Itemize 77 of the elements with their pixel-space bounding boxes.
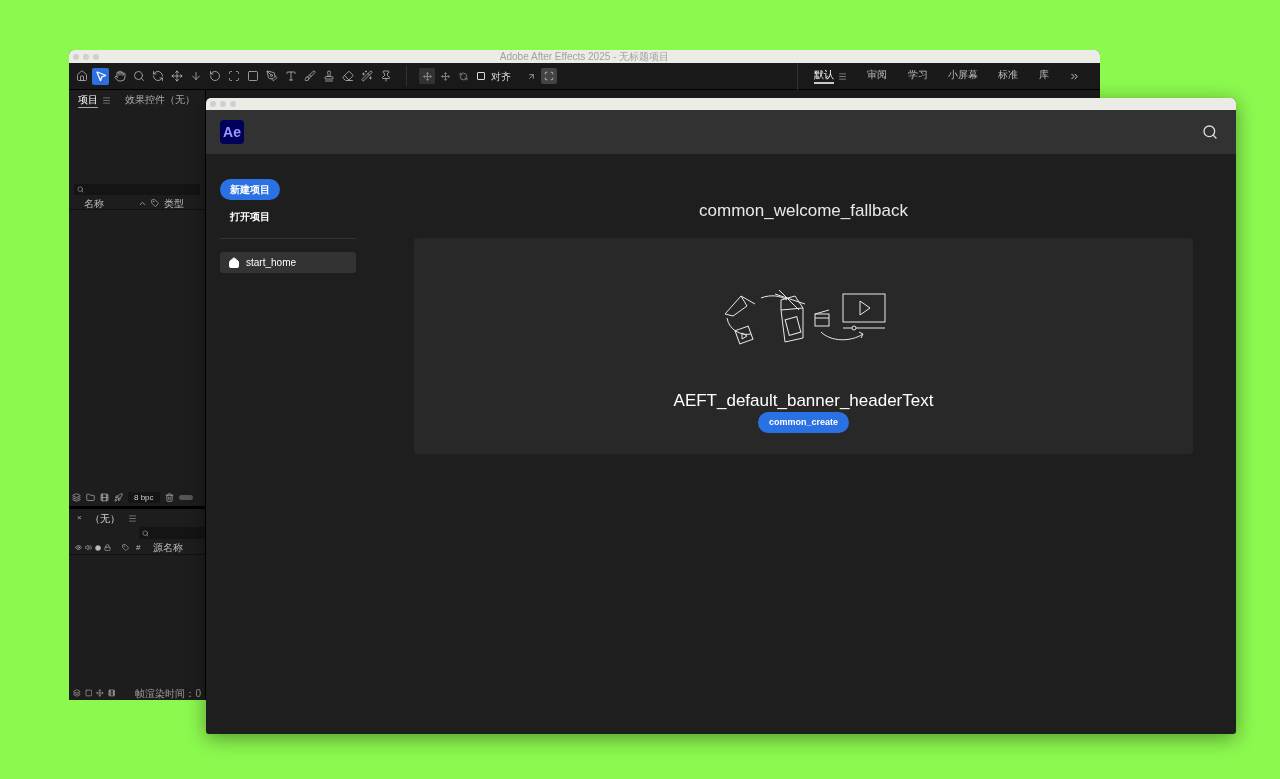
home-icon [228, 256, 240, 269]
arrow-down-icon [189, 70, 202, 82]
column-header[interactable]: 名称 [84, 195, 138, 211]
scroll-bar [178, 494, 193, 500]
trash-icon[interactable] [164, 492, 174, 502]
interpret-icon[interactable] [72, 492, 81, 502]
panel-tab[interactable]: 效果控件（无） [125, 92, 195, 108]
zoom-icon [132, 70, 145, 82]
pen-icon [265, 70, 278, 82]
frame-icon [227, 70, 240, 82]
create-button[interactable]: common_create [758, 412, 849, 433]
rectangle-icon [246, 70, 259, 82]
frame-icon[interactable] [84, 689, 93, 697]
rotate-icon [208, 70, 221, 82]
window-title: Adobe After Effects 2025 - 无标题项目 [499, 50, 670, 63]
search-icon[interactable] [1202, 124, 1218, 140]
layers-icon[interactable] [73, 689, 81, 697]
eye-icon[interactable] [75, 544, 82, 551]
search-icon [142, 529, 149, 537]
welcome-heading: common_welcome_fallback [699, 200, 908, 222]
text-icon [284, 70, 297, 82]
panel-tab[interactable]: 项目 [78, 92, 98, 108]
panel-tab[interactable]: （无） [89, 510, 120, 526]
tool-button[interactable] [263, 67, 280, 85]
nav-item[interactable]: start_home [220, 252, 356, 273]
bit-depth-button[interactable]: 8 bpc [128, 491, 160, 503]
workspace-tab[interactable]: 学习 [907, 68, 928, 84]
rotate-icon [458, 71, 468, 81]
snap-button[interactable] [541, 68, 557, 84]
audio-icon[interactable] [85, 544, 92, 551]
column-header[interactable]: 类型 [164, 195, 184, 211]
brush-icon [303, 70, 316, 82]
new-project-button[interactable]: 新建项目 [220, 179, 280, 200]
move-icon [170, 70, 183, 82]
align-label: 对齐 [491, 69, 511, 84]
solo-icon[interactable] [95, 544, 101, 551]
eraser-icon [341, 70, 354, 82]
composition-icon[interactable] [100, 492, 109, 502]
menu-icon[interactable] [127, 513, 137, 523]
workspace-tab[interactable]: 库 [1038, 68, 1049, 84]
folder-icon[interactable] [86, 492, 95, 502]
rocket-icon[interactable] [114, 492, 123, 502]
workspace-tab[interactable]: 小屏幕 [948, 68, 978, 84]
menu-icon[interactable] [838, 71, 847, 81]
workspace-tab[interactable]: 标准 [998, 68, 1019, 84]
tool-button[interactable] [358, 67, 375, 85]
label-icon[interactable] [122, 544, 129, 551]
wand-icon [360, 70, 373, 82]
search-field[interactable] [74, 184, 200, 195]
orbit-icon [151, 70, 164, 82]
column-header[interactable]: # [136, 541, 141, 554]
pin-icon [379, 70, 392, 82]
workspace-tab[interactable]: 审阅 [867, 68, 888, 84]
align-checkbox[interactable] [477, 72, 485, 80]
pointer-icon [94, 70, 107, 82]
workspace-tab[interactable]: 默认 [814, 68, 834, 84]
search-icon [77, 186, 84, 193]
menu-icon[interactable] [102, 95, 111, 105]
app-logo: Ae [220, 120, 244, 144]
render-time-label: 帧渲染时间：0 [135, 686, 201, 700]
open-project-link[interactable]: 打开项目 [220, 206, 280, 228]
tool-button[interactable] [92, 67, 109, 85]
banner-heading: AEFT_default_banner_headerText [673, 390, 934, 412]
label-icon[interactable] [151, 199, 159, 207]
home-icon [75, 70, 88, 82]
axes-icon [422, 71, 432, 81]
move-icon[interactable] [96, 689, 104, 697]
close-button[interactable]: × [77, 512, 82, 524]
film-icon[interactable] [107, 689, 116, 697]
frame-icon [544, 71, 554, 81]
hand-icon [113, 70, 126, 82]
axes-icon [440, 71, 450, 81]
stamp-icon [322, 70, 335, 82]
column-header[interactable]: 源名称 [153, 540, 184, 555]
axis-button[interactable] [419, 68, 435, 84]
lock-icon[interactable] [104, 544, 111, 551]
search-field[interactable] [139, 527, 205, 539]
